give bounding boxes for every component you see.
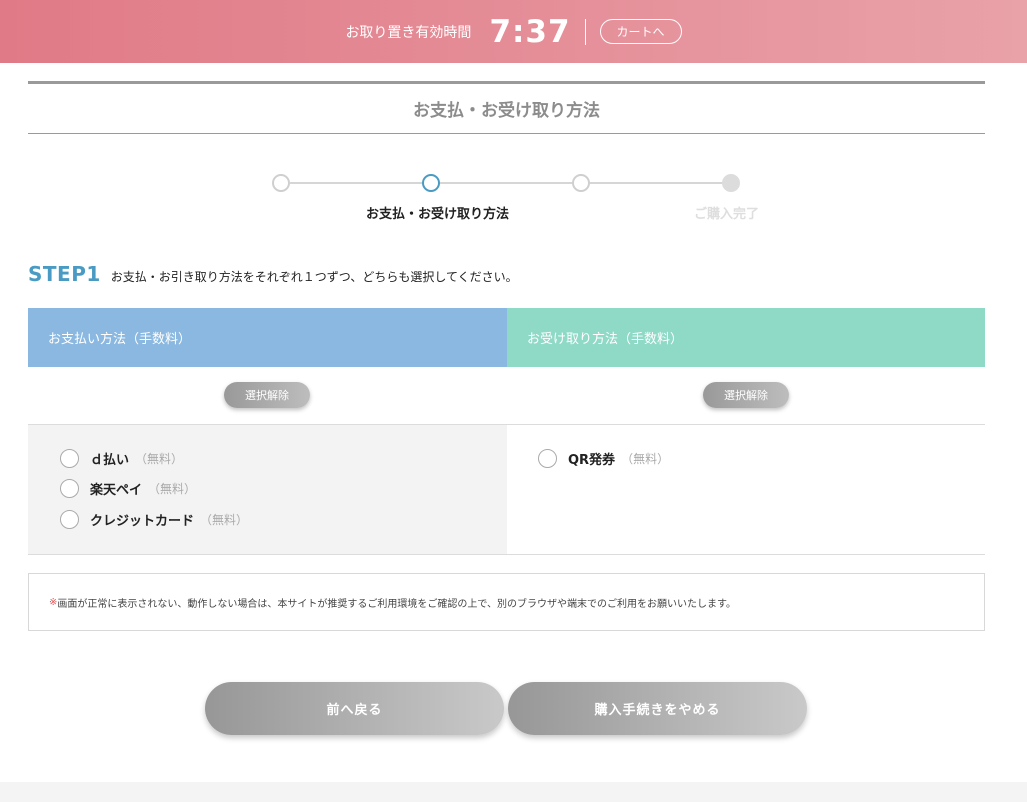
receipt-method-header: お受け取り方法（手数料） [507,308,985,367]
receipt-options-panel: QR発券 （無料） [507,424,985,555]
back-button[interactable]: 前へ戻る [205,682,504,735]
footer-strip [0,782,1027,802]
receipt-clear-selection-button[interactable]: 選択解除 [703,382,789,408]
receipt-option-qr-ticket[interactable]: QR発券 （無料） [538,449,669,468]
option-name: QR発券 [568,453,616,468]
page-title: お支払・お受け取り方法 [28,81,985,134]
payment-option-rakuten-pay[interactable]: 楽天ペイ （無料） [60,479,196,498]
step-label-final: ご購入完了 [694,207,760,222]
step-dot-4 [722,174,740,192]
notice-mark: ※ [49,596,58,608]
notice-text: 画面が正常に表示されない、動作しない場合は、本サイトが推奨するご利用環境をご確認… [57,598,736,610]
radio-button[interactable] [538,449,557,468]
step1-instruction: お支払・お引き取り方法をそれぞれ１つずつ、どちらも選択してください。 [110,270,518,284]
radio-button[interactable] [60,510,79,529]
step1-instruction-row: STEP1 お支払・お引き取り方法をそれぞれ１つずつ、どちらも選択してください。 [28,262,518,286]
option-fee: （無料） [148,482,197,496]
environment-notice: ※ 画面が正常に表示されない、動作しない場合は、本サイトが推奨するご利用環境をご… [28,573,985,631]
hold-timer-bar: お取り置き有効時間 7:37 カートへ [0,0,1027,63]
option-fee: （無料） [200,513,249,527]
radio-button[interactable] [60,479,79,498]
option-name: クレジットカード [90,514,195,529]
hold-timer-label: お取り置き有効時間 [345,24,472,41]
payment-option-credit-card[interactable]: クレジットカード （無料） [60,510,248,529]
step-dot-3 [572,174,590,192]
step1-tag: STEP1 [28,262,101,286]
option-fee: （無料） [621,452,670,466]
payment-clear-selection-button[interactable]: 選択解除 [224,382,310,408]
payment-option-d-barai[interactable]: ｄ払い （無料） [60,449,183,468]
payment-options-panel: ｄ払い （無料） 楽天ペイ （無料） クレジットカード （無料） [28,424,507,555]
cancel-purchase-button[interactable]: 購入手続きをやめる [508,682,807,735]
timer-divider [584,18,586,45]
option-fee: （無料） [135,452,184,466]
progress-line [290,182,724,184]
hold-timer-value: 7:37 [489,13,571,50]
step-label-current: お支払・お受け取り方法 [366,207,510,222]
radio-button[interactable] [60,449,79,468]
go-to-cart-button[interactable]: カートへ [599,19,682,44]
payment-method-header: お支払い方法（手数料） [28,308,507,367]
option-name: ｄ払い [90,453,130,468]
step-dot-1 [272,174,290,192]
step-dot-2-current [422,174,440,192]
option-name: 楽天ペイ [90,483,143,498]
